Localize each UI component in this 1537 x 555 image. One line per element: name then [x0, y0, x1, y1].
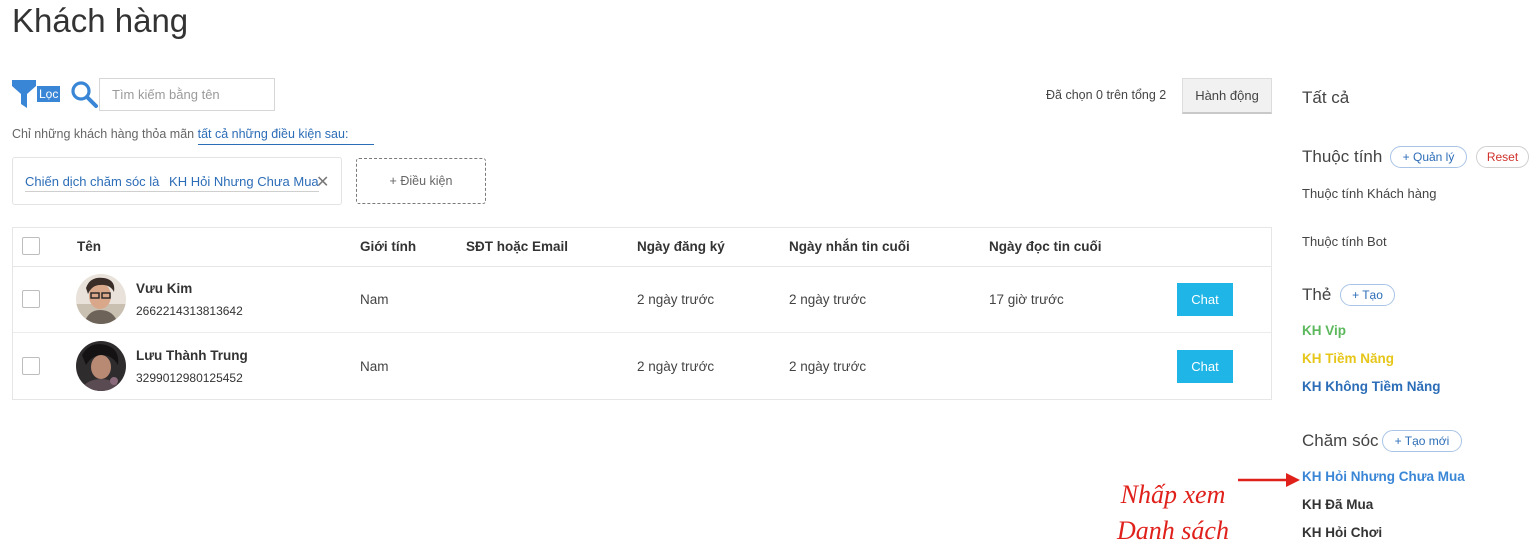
condition-field: Chiến dịch chăm sóc là: [25, 174, 160, 189]
column-last-read[interactable]: Ngày đọc tin cuối: [989, 239, 1102, 254]
customer-registered: 2 ngày trước: [637, 292, 715, 307]
customer-registered: 2 ngày trước: [637, 359, 715, 374]
page-title: Khách hàng: [12, 2, 189, 39]
selected-count: Đã chọn 0 trên tổng 2: [1046, 88, 1167, 102]
row-checkbox[interactable]: [22, 290, 40, 308]
remove-condition-icon[interactable]: ✕: [316, 172, 329, 192]
search-input[interactable]: [99, 78, 275, 111]
care-item-kh-hoi-nhung-chua-mua[interactable]: KH Hỏi Nhưng Chưa Mua: [1302, 469, 1465, 484]
customer-last-read: 17 giờ trước: [989, 292, 1064, 307]
annotation-arrow-icon: [1238, 473, 1300, 487]
customer-id: 2662214313813642: [136, 304, 243, 318]
annotation-text: Nhấp xem Danh sách: [1108, 477, 1238, 549]
row-checkbox[interactable]: [22, 357, 40, 375]
column-last-message[interactable]: Ngày nhắn tin cuối: [789, 239, 910, 254]
sidebar-all[interactable]: Tất cả: [1302, 88, 1349, 108]
care-title: Chăm sóc: [1302, 431, 1379, 450]
sidebar-item-customer-attributes[interactable]: Thuộc tính Khách hàng: [1302, 186, 1436, 201]
avatar: [76, 274, 126, 324]
customer-gender: Nam: [360, 359, 389, 374]
customer-last-message: 2 ngày trước: [789, 292, 867, 307]
attributes-title: Thuộc tính: [1302, 147, 1383, 166]
create-tag-button[interactable]: + Tạo: [1340, 284, 1395, 306]
customer-id: 3299012980125452: [136, 371, 243, 385]
table-header: Tên Giới tính SĐT hoặc Email Ngày đăng k…: [13, 228, 1271, 267]
filter-label: Lọc: [37, 86, 61, 102]
annotation-line-2: Danh sách: [1117, 516, 1229, 545]
customer-last-message: 2 ngày trước: [789, 359, 867, 374]
select-all-checkbox[interactable]: [22, 237, 40, 255]
chat-button[interactable]: Chat: [1177, 283, 1233, 316]
tag-kh-vip[interactable]: KH Vip: [1302, 323, 1346, 338]
condition-text[interactable]: Chiến dịch chăm sóc là KH Hỏi Nhưng Chưa…: [25, 174, 319, 192]
tag-kh-tiem-nang[interactable]: KH Tiềm Năng: [1302, 351, 1394, 366]
manage-attributes-button[interactable]: + Quản lý: [1390, 146, 1467, 168]
care-item-kh-da-mua[interactable]: KH Đã Mua: [1302, 497, 1373, 512]
filter-condition: Chiến dịch chăm sóc là KH Hỏi Nhưng Chưa…: [12, 157, 342, 205]
tags-title: Thẻ: [1302, 285, 1332, 304]
avatar: [76, 341, 126, 391]
customer-gender: Nam: [360, 292, 389, 307]
column-name[interactable]: Tên: [77, 239, 101, 254]
care-item-kh-hoi-choi[interactable]: KH Hỏi Chơi: [1302, 525, 1382, 540]
customer-table: Tên Giới tính SĐT hoặc Email Ngày đăng k…: [12, 227, 1272, 400]
action-button[interactable]: Hành động: [1182, 78, 1272, 114]
column-gender[interactable]: Giới tính: [360, 239, 416, 254]
filter-mode-link[interactable]: tất cả những điều kiện sau:: [197, 127, 375, 145]
table-row: Lưu Thành Trung 3299012980125452 Nam 2 n…: [13, 333, 1271, 399]
annotation-line-1: Nhấp xem: [1120, 480, 1226, 509]
customer-name[interactable]: Lưu Thành Trung: [136, 348, 248, 363]
filter-button[interactable]: Lọc: [12, 80, 61, 108]
filter-description: Chỉ những khách hàng thỏa mãn tất cả nhữ…: [12, 127, 375, 145]
search-icon[interactable]: [70, 80, 98, 108]
customer-name[interactable]: Vưu Kim: [136, 281, 192, 296]
tag-kh-khong-tiem-nang[interactable]: KH Không Tiềm Năng: [1302, 379, 1441, 394]
condition-value: KH Hỏi Nhưng Chưa Mua: [169, 174, 319, 189]
chat-button[interactable]: Chat: [1177, 350, 1233, 383]
sidebar-item-bot-attributes[interactable]: Thuộc tính Bot: [1302, 234, 1387, 249]
column-contact[interactable]: SĐT hoặc Email: [466, 239, 568, 254]
filter-icon: [12, 80, 36, 108]
reset-button[interactable]: Reset: [1476, 146, 1529, 168]
filter-description-prefix: Chỉ những khách hàng thỏa mãn: [12, 127, 195, 141]
table-row: Vưu Kim 2662214313813642 Nam 2 ngày trướ…: [13, 266, 1271, 333]
column-registered[interactable]: Ngày đăng ký: [637, 239, 725, 254]
add-condition-button[interactable]: + Điều kiện: [356, 158, 486, 204]
create-care-button[interactable]: + Tạo mới: [1382, 430, 1462, 452]
